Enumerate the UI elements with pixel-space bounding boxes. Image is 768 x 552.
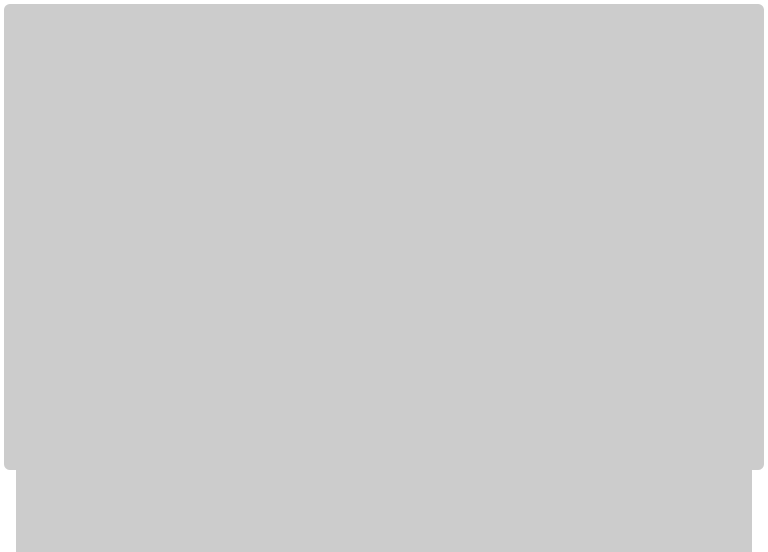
placeholder-block-bottom [16, 470, 752, 552]
placeholder-block-top [4, 4, 764, 470]
